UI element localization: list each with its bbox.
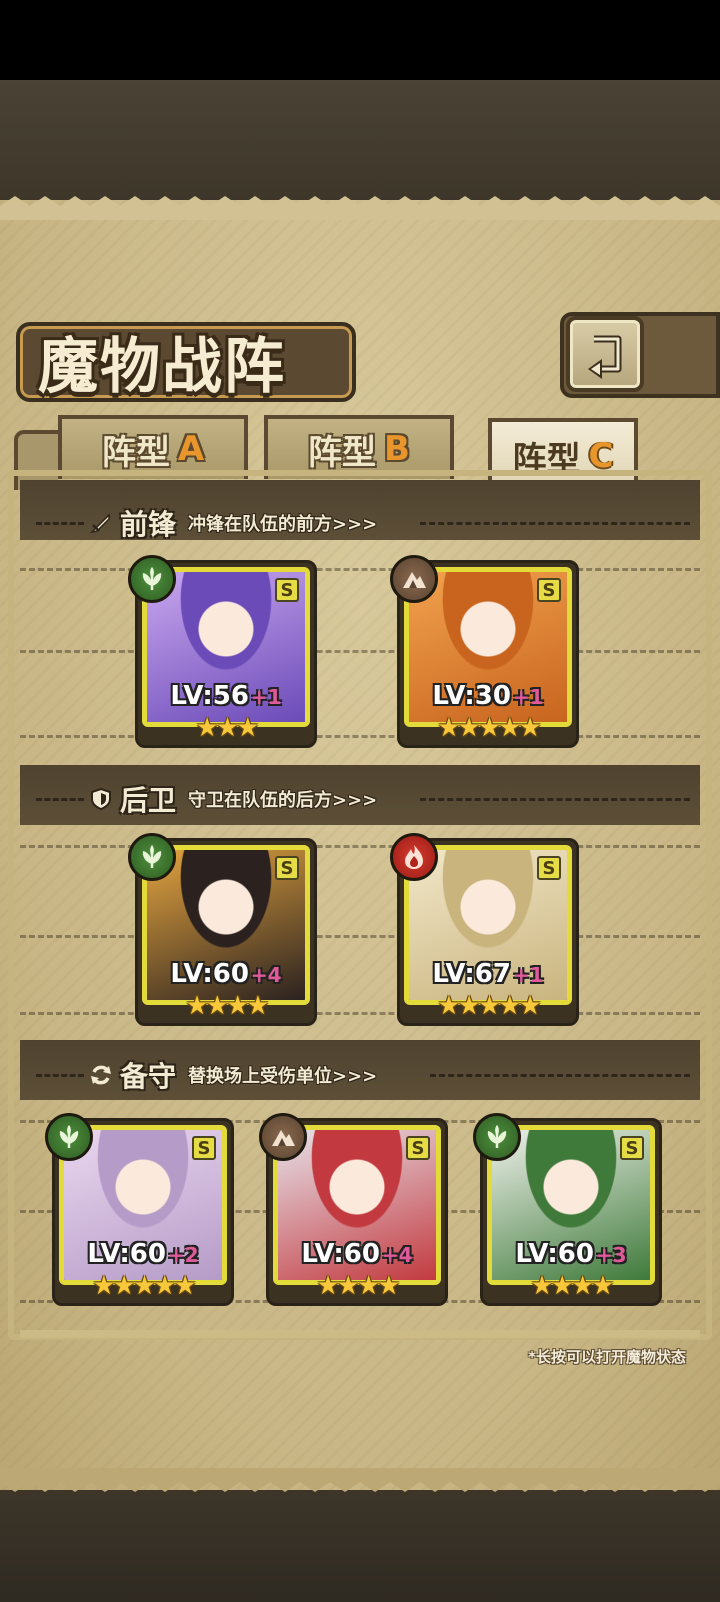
section-title: 前锋 (120, 508, 177, 541)
row-line (20, 735, 700, 738)
section-divider (420, 798, 690, 801)
level-label: LV:30 +1 (400, 681, 576, 711)
level-bonus: +1 (512, 963, 544, 987)
return-arrow-icon (588, 335, 622, 379)
page-title: 魔物战阵 (38, 332, 286, 402)
level-value: LV:60 (301, 1239, 380, 1269)
monster-card[interactable]: S LV:60 +2 ★★★★★ (45, 1113, 234, 1306)
fire-element-icon (390, 833, 438, 881)
monster-card[interactable]: S LV:56 +1 ★★★ (128, 555, 317, 748)
level-value: LV:60 (170, 959, 249, 989)
tab-suffix: A (177, 429, 205, 469)
star-rating: ★★★★★ (437, 991, 542, 1021)
swap-icon (88, 1062, 114, 1088)
level-label: LV:60 +2 (55, 1239, 231, 1269)
level-value: LV:30 (432, 681, 511, 711)
rank-badge: S (192, 1136, 216, 1160)
level-bonus: +1 (512, 685, 544, 709)
monster-card[interactable]: S LV:30 +1 ★★★★★ (390, 555, 579, 748)
row-line (20, 845, 700, 848)
shield-icon (88, 786, 114, 812)
top-map-strip (0, 80, 720, 202)
earth-element-icon (259, 1113, 307, 1161)
level-value: LV:60 (87, 1239, 166, 1269)
section-divider (36, 522, 84, 525)
level-label: LV:60 +4 (269, 1239, 445, 1269)
level-bonus: +4 (381, 1243, 413, 1267)
section-divider (420, 522, 690, 525)
rank-badge: S (537, 856, 561, 880)
section-divider (36, 1074, 84, 1077)
rank-badge: S (406, 1136, 430, 1160)
level-label: LV:60 +4 (138, 959, 314, 989)
monster-card[interactable]: S LV:60 +4 ★★★★ (259, 1113, 448, 1306)
level-label: LV:67 +1 (400, 959, 576, 989)
bottom-map-strip (0, 1482, 720, 1602)
level-bonus: +3 (595, 1243, 627, 1267)
long-press-hint: *长按可以打开魔物状态 (528, 1348, 686, 1366)
row-line (20, 935, 700, 938)
tab-label: 阵型 (308, 432, 377, 473)
grass-element-icon (45, 1113, 93, 1161)
section-title: 后卫 (120, 784, 177, 817)
row-line (20, 650, 700, 653)
star-rating: ★★★★ (530, 1271, 614, 1301)
section-heading-vanguard: 前锋 冲锋在队伍的前方>>> (88, 505, 377, 541)
earth-element-icon (390, 555, 438, 603)
level-value: LV:60 (515, 1239, 594, 1269)
zigzag-edge-bottom (0, 1468, 720, 1492)
level-label: LV:56 +1 (138, 681, 314, 711)
star-rating: ★★★★★ (437, 713, 542, 743)
sword-icon (88, 510, 114, 536)
rank-badge: S (275, 856, 299, 880)
star-rating: ★★★★★ (92, 1271, 197, 1301)
row-line (20, 1012, 700, 1015)
star-rating: ★★★ (195, 713, 260, 743)
level-bonus: +4 (250, 963, 282, 987)
section-divider (430, 1074, 690, 1077)
zigzag-edge-top (0, 196, 720, 220)
rank-badge: S (537, 578, 561, 602)
grass-element-icon (128, 555, 176, 603)
level-value: LV:56 (170, 681, 249, 711)
level-bonus: +1 (250, 685, 282, 709)
star-rating: ★★★★ (316, 1271, 400, 1301)
tab-label: 阵型 (101, 432, 170, 473)
grass-element-icon (473, 1113, 521, 1161)
section-title: 备守 (120, 1060, 177, 1093)
star-rating: ★★★★ (185, 991, 269, 1021)
grass-element-icon (128, 833, 176, 881)
monster-card[interactable]: S LV:60 +4 ★★★★ (128, 833, 317, 1026)
back-button[interactable] (566, 316, 644, 392)
monster-card[interactable]: S LV:67 +1 ★★★★★ (390, 833, 579, 1026)
rank-badge: S (275, 578, 299, 602)
section-subtitle: 守卫在队伍的后方>>> (188, 790, 378, 811)
level-bonus: +2 (167, 1243, 199, 1267)
section-heading-reserve: 备守 替换场上受伤单位>>> (88, 1057, 377, 1093)
section-divider (36, 798, 84, 801)
section-subtitle: 冲锋在队伍的前方>>> (188, 514, 378, 535)
level-value: LV:67 (432, 959, 511, 989)
rank-badge: S (620, 1136, 644, 1160)
monster-card[interactable]: S LV:60 +3 ★★★★ (473, 1113, 662, 1306)
row-line (20, 568, 700, 571)
level-label: LV:60 +3 (483, 1239, 659, 1269)
section-heading-rearguard: 后卫 守卫在队伍的后方>>> (88, 781, 377, 817)
section-subtitle: 替换场上受伤单位>>> (188, 1066, 378, 1087)
board-bottom-edge (20, 1330, 700, 1338)
tab-suffix: B (384, 429, 410, 469)
